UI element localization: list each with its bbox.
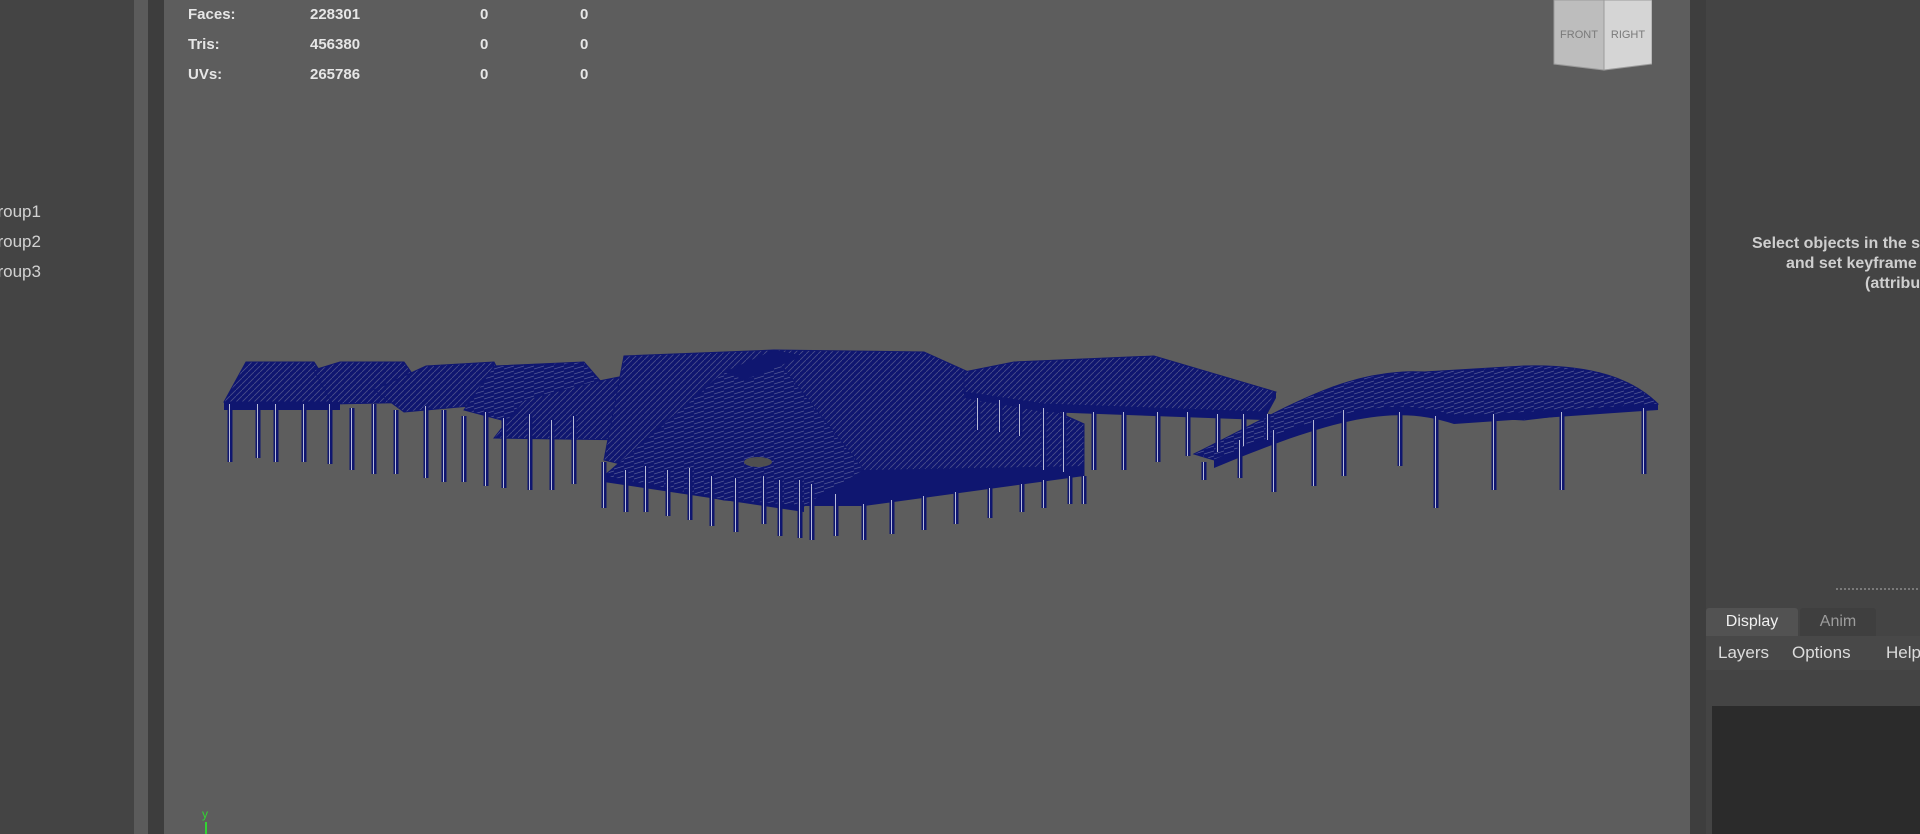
outliner-item-group1[interactable]: group1 (0, 200, 133, 224)
channel-box-hint: Select objects in the s and set keyframe… (1706, 234, 1920, 294)
tab-display[interactable]: Display (1706, 608, 1798, 636)
tab-anim[interactable]: Anim (1800, 608, 1876, 636)
view-cube-right-label[interactable]: RIGHT (1611, 29, 1646, 41)
menu-help[interactable]: Help (1886, 636, 1920, 670)
menu-layers[interactable]: Layers (1718, 636, 1769, 670)
3d-viewport[interactable]: Faces: 228301 0 0 Tris: 456380 0 0 UVs: … (164, 0, 1690, 834)
outliner-list: group1 group2 group3 (0, 200, 133, 460)
axis-gizmo: y (202, 807, 208, 834)
layer-editor-tabs: Display Anim (1706, 606, 1920, 636)
panel-splitter[interactable] (148, 0, 164, 834)
outliner-scrollbar[interactable] (134, 0, 148, 834)
layer-editor-menubar: Layers Options Help (1706, 636, 1920, 670)
view-cube[interactable]: FRONT RIGHT (1552, 0, 1652, 78)
wireframe-scene (223, 349, 1660, 540)
hint-line: and set keyframe (1786, 255, 1917, 272)
hint-line: (attribu (1865, 275, 1920, 292)
view-cube-front-label[interactable]: FRONT (1560, 29, 1598, 41)
channel-box-panel: Select objects in the s and set keyframe… (1706, 0, 1920, 834)
hint-line: Select objects in the s (1752, 235, 1920, 252)
layer-list[interactable] (1712, 706, 1920, 834)
outliner-panel: group1 group2 group3 (0, 0, 134, 834)
outliner-item-group2[interactable]: group2 (0, 230, 133, 254)
menu-options[interactable]: Options (1792, 636, 1851, 670)
panel-splitter-right[interactable] (1690, 0, 1706, 834)
axis-y-label: y (202, 807, 208, 821)
resize-handle[interactable] (1836, 588, 1920, 592)
outliner-item-group3[interactable]: group3 (0, 260, 133, 284)
shadow (744, 457, 772, 467)
layer-editor: Display Anim Layers Options Help (1706, 606, 1920, 834)
